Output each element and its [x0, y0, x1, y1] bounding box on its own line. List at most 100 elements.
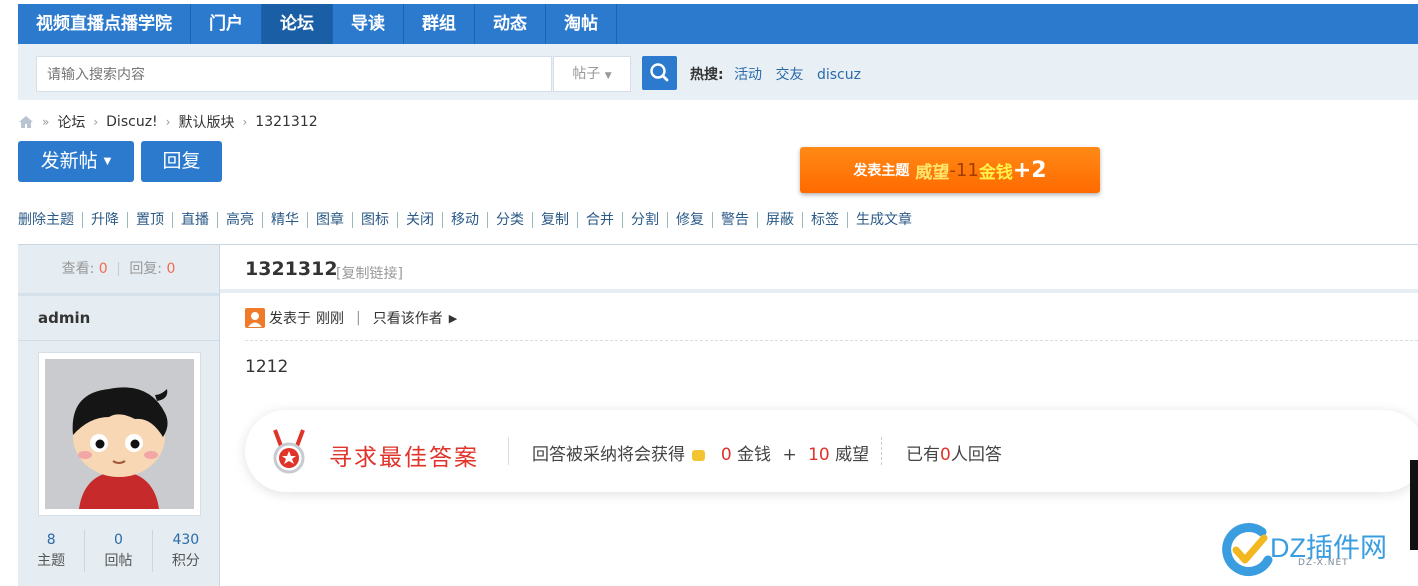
answer-count-pre: 已有 [906, 445, 940, 465]
avatar-image [45, 359, 194, 509]
mod-action[interactable]: 置顶 [128, 212, 173, 228]
mod-action[interactable]: 升降 [83, 212, 128, 228]
site-name[interactable]: 视频直播点播学院 [18, 4, 191, 44]
caret-down-icon: ▼ [103, 156, 112, 167]
mod-action[interactable]: 移动 [443, 212, 488, 228]
reward-prestige: 10 [808, 445, 830, 465]
divider [220, 289, 1418, 293]
post-meta: 发表于 刚刚 | 只看该作者 ▶ [245, 308, 457, 328]
thread-stats: 查看: 0 | 回复: 0 [18, 245, 219, 296]
new-thread-button[interactable]: 发新帖 ▼ [18, 141, 134, 182]
breadcrumb-separator: » [42, 115, 50, 129]
copy-link[interactable]: [复制链接] [336, 263, 403, 283]
search-input[interactable] [36, 56, 552, 92]
nav-feed[interactable]: 动态 [475, 4, 546, 44]
search-button[interactable] [642, 56, 677, 90]
search-bar: 帖子 ▼ 热搜: 活动 交友 discuz [18, 44, 1418, 100]
mod-action[interactable]: 精华 [263, 212, 308, 228]
reply-button[interactable]: 回复 [141, 141, 222, 182]
credit-notice-pre: 发表主题 [853, 163, 910, 179]
user-stat-label: 主题 [37, 553, 66, 569]
mod-action[interactable]: 删除主题 [18, 212, 83, 228]
credit-notice-money-value: +2 [1012, 157, 1047, 183]
hot-link[interactable]: 交友 [776, 67, 804, 83]
credit-notice-prestige-value: -11 [949, 159, 979, 181]
user-stat-label: 回帖 [104, 553, 133, 569]
user-stat-value: 430 [172, 532, 200, 548]
online-user-icon [245, 308, 265, 328]
mod-action[interactable]: 合并 [578, 212, 623, 228]
only-author-link[interactable]: 只看该作者 [373, 308, 443, 328]
posted-label: 发表于 [269, 311, 311, 327]
reward-money: 0 [720, 445, 732, 465]
hot-search-label: 热搜: [690, 67, 724, 83]
nav-forum[interactable]: 论坛 [262, 4, 333, 44]
post-content: 1212 [245, 357, 289, 377]
breadcrumb-item[interactable]: 1321312 [255, 114, 317, 130]
mod-action[interactable]: 生成文章 [848, 212, 920, 228]
reward-divider [508, 437, 509, 465]
thread-title: 1321312 [245, 258, 338, 280]
breadcrumb-separator: › [242, 115, 248, 129]
mod-action[interactable]: 关闭 [398, 212, 443, 228]
nav-guide[interactable]: 导读 [333, 4, 404, 44]
credit-notice-prestige: 威望 [915, 162, 950, 183]
nav-portal[interactable]: 门户 [191, 4, 262, 44]
answer-count-value: 0 [940, 445, 951, 465]
user-stat-value: 8 [46, 532, 56, 548]
hot-search: 热搜: 活动 交友 discuz [690, 64, 870, 84]
home-icon[interactable] [18, 115, 34, 129]
hot-link[interactable]: discuz [817, 67, 861, 83]
mod-action[interactable]: 分类 [488, 212, 533, 228]
top-nav: 视频直播点播学院 门户 论坛 导读 群组 动态 淘帖 [18, 4, 1418, 44]
mod-action[interactable]: 图标 [353, 212, 398, 228]
stats-divider: | [116, 261, 121, 277]
post-time: 刚刚 [316, 311, 344, 327]
avatar[interactable] [38, 352, 201, 516]
answer-count: 已有0人回答 [906, 440, 1002, 465]
credit-notice: 发表主题 威望 -11 金钱 +2 [800, 147, 1100, 193]
medal-icon [273, 429, 305, 474]
meta-divider: | [356, 310, 361, 326]
mod-action[interactable]: 修复 [668, 212, 713, 228]
coin-icon [692, 450, 706, 461]
replies-label: 回复: [129, 261, 163, 277]
user-stat-credits[interactable]: 430 积分 [153, 530, 219, 572]
reward-divider [881, 437, 882, 465]
breadcrumb-item[interactable]: 默认版块 [178, 112, 234, 132]
divider [245, 340, 1418, 341]
user-stat-threads[interactable]: 8 主题 [18, 530, 86, 572]
answer-count-post: 人回答 [950, 445, 1002, 465]
moderation-bar: 删除主题 升降 置顶 直播 高亮 精华 图章 图标 关闭 移动 分类 复制 合并 分割 修复 警告 屏蔽 标签 生成… [18, 212, 920, 228]
mod-action[interactable]: 直播 [173, 212, 218, 228]
mod-action[interactable]: 高亮 [218, 212, 263, 228]
breadcrumb-item[interactable]: 论坛 [57, 112, 85, 132]
watermark-sub: DZ-X.NET [1298, 558, 1349, 568]
user-stat-replies[interactable]: 0 回帖 [85, 530, 153, 572]
mod-action[interactable]: 标签 [803, 212, 848, 228]
divider [18, 340, 219, 341]
reward-money-label: 金钱 [737, 445, 772, 465]
breadcrumb: » 论坛 › Discuz! › 默认版块 › 1321312 [18, 112, 318, 132]
dz-logo-icon [1222, 523, 1273, 576]
reward-desc-pre: 回答被采纳将会获得 [532, 445, 685, 465]
author-name[interactable]: admin [38, 309, 90, 327]
mod-action[interactable]: 复制 [533, 212, 578, 228]
reward-plus: + [782, 445, 797, 465]
user-stat-label: 积分 [171, 553, 200, 569]
hot-link[interactable]: 活动 [734, 67, 762, 83]
reward-title: 寻求最佳答案 [329, 445, 479, 471]
watermark-logo: DZ插件网 DZ-X.NET [1218, 518, 1418, 586]
breadcrumb-item[interactable]: Discuz! [106, 114, 158, 130]
user-stats: 8 主题 0 回帖 430 积分 [18, 530, 219, 572]
mod-action[interactable]: 分割 [623, 212, 668, 228]
mod-action[interactable]: 警告 [713, 212, 758, 228]
search-type-select[interactable]: 帖子 ▼ [553, 56, 631, 92]
caret-down-icon: ▼ [604, 71, 612, 81]
mod-action[interactable]: 屏蔽 [758, 212, 803, 228]
nav-groups[interactable]: 群组 [404, 4, 475, 44]
reward-description: 回答被采纳将会获得 0 金钱 + 10 威望 [532, 440, 869, 465]
mod-action[interactable]: 图章 [308, 212, 353, 228]
caret-right-icon: ▶ [448, 311, 458, 325]
nav-collection[interactable]: 淘帖 [546, 4, 617, 44]
